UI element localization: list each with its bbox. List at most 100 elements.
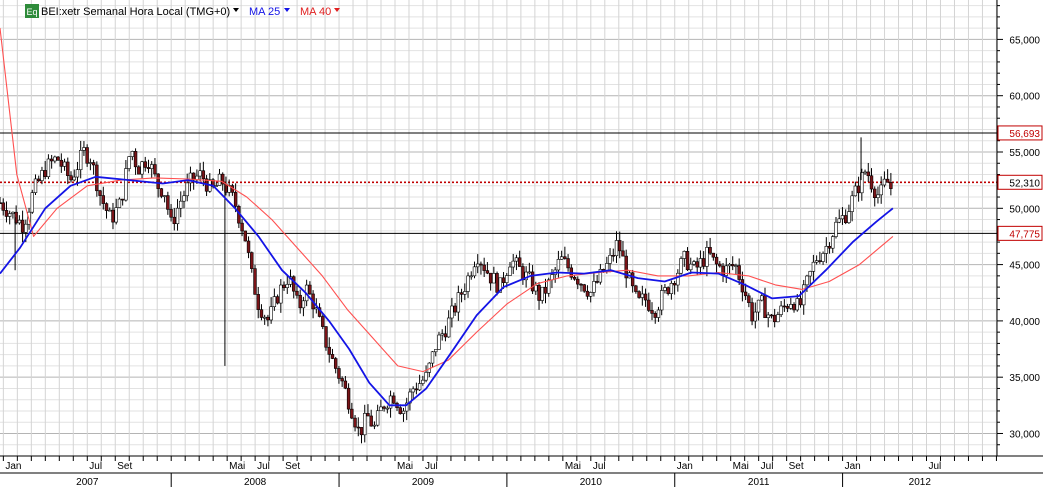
candle-body bbox=[647, 299, 651, 311]
candle-body bbox=[653, 313, 657, 318]
candle-body bbox=[563, 256, 567, 259]
candle-body bbox=[453, 305, 457, 313]
candle-body bbox=[382, 406, 386, 409]
candle-body bbox=[811, 261, 816, 272]
candle-body bbox=[492, 273, 496, 284]
candle-body bbox=[130, 151, 135, 157]
candle-body bbox=[863, 171, 867, 174]
candle-body bbox=[4, 210, 9, 217]
candle-body bbox=[708, 247, 712, 254]
candle-body bbox=[543, 286, 548, 294]
y-tick-label: 50,000 bbox=[1009, 204, 1040, 215]
candle-body bbox=[388, 395, 393, 409]
candle-body bbox=[7, 213, 12, 217]
chart-canvas[interactable]: 65,000 60,000 55,000 50,000 45,000 40,000 35,0… bbox=[0, 0, 1043, 488]
candle-body bbox=[0, 202, 2, 204]
candle-body bbox=[53, 156, 57, 162]
candle-body bbox=[1, 202, 5, 211]
candle-body bbox=[834, 221, 838, 237]
candle-body bbox=[618, 240, 622, 252]
x-month-label: Jul bbox=[425, 461, 438, 472]
candle-body bbox=[111, 209, 115, 223]
candle-body bbox=[198, 170, 202, 177]
candle-body bbox=[769, 314, 774, 317]
candle-body bbox=[398, 407, 402, 414]
candle-body bbox=[737, 265, 741, 280]
candle-body bbox=[740, 279, 745, 293]
candle-body bbox=[201, 170, 206, 180]
candle-body bbox=[308, 284, 312, 295]
candle-body bbox=[689, 263, 693, 271]
candle-body bbox=[327, 346, 331, 355]
candle-body bbox=[482, 264, 486, 271]
ma-short-label[interactable]: MA 25 bbox=[249, 6, 280, 18]
candle-body bbox=[824, 246, 829, 254]
candle-body bbox=[640, 293, 645, 298]
candle-body bbox=[321, 316, 325, 327]
candle-body bbox=[266, 316, 270, 321]
candle-body bbox=[172, 216, 177, 225]
candle-body bbox=[650, 310, 654, 314]
candle-body bbox=[766, 314, 770, 319]
candle-body bbox=[850, 195, 854, 212]
candle-body bbox=[108, 209, 112, 212]
candle-body bbox=[808, 271, 812, 277]
candle-body bbox=[585, 290, 590, 297]
candle-body bbox=[385, 407, 390, 410]
candle-body bbox=[363, 413, 367, 436]
candle-body bbox=[282, 284, 286, 288]
price-tag-label: 52,310 bbox=[1009, 178, 1040, 189]
candle-body bbox=[440, 333, 444, 336]
x-year-label: 2011 bbox=[748, 477, 770, 487]
x-month-label: Mai bbox=[397, 461, 413, 472]
candle-body bbox=[882, 178, 887, 186]
candle-body bbox=[608, 254, 612, 264]
candle-body bbox=[856, 185, 861, 194]
candle-body bbox=[572, 276, 577, 280]
y-tick-label: 35,000 bbox=[1009, 373, 1040, 384]
candle-body bbox=[127, 156, 131, 169]
price-tag-label: 56,693 bbox=[1009, 129, 1040, 140]
candle-body bbox=[795, 298, 799, 311]
x-axis-panel bbox=[0, 456, 1043, 487]
candle-body bbox=[69, 175, 73, 181]
stock-chart[interactable]: 65,000 60,000 55,000 50,000 45,000 40,000 35,0… bbox=[0, 0, 1043, 488]
candle-body bbox=[340, 378, 344, 382]
candle-body bbox=[659, 290, 664, 311]
candle-body bbox=[43, 170, 47, 178]
x-month-label: Jul bbox=[593, 461, 606, 472]
y-tick-label: 45,000 bbox=[1009, 261, 1040, 272]
candle-body bbox=[62, 161, 67, 167]
candle-body bbox=[508, 266, 512, 276]
candle-body bbox=[185, 182, 189, 197]
candle-body bbox=[843, 215, 848, 224]
candle-body bbox=[718, 263, 722, 267]
candle-body bbox=[747, 295, 751, 303]
candle-body bbox=[853, 185, 858, 197]
ma-long-label[interactable]: MA 40 bbox=[300, 6, 331, 18]
candle-body bbox=[33, 178, 38, 193]
candle-body bbox=[672, 283, 677, 286]
candle-body bbox=[137, 166, 141, 175]
candle-body bbox=[275, 296, 280, 304]
candle-body bbox=[401, 410, 406, 414]
candle-body bbox=[285, 284, 289, 288]
candle-body bbox=[679, 258, 683, 274]
candle-body bbox=[727, 264, 732, 267]
candle-body bbox=[559, 256, 564, 260]
candle-body bbox=[343, 380, 348, 389]
x-month-label: Mai bbox=[229, 461, 245, 472]
candle-body bbox=[37, 178, 41, 181]
candle-body bbox=[411, 388, 415, 393]
candle-body bbox=[463, 291, 467, 295]
candle-body bbox=[885, 178, 890, 183]
candle-body bbox=[756, 299, 761, 313]
candle-body bbox=[731, 264, 735, 267]
candle-body bbox=[588, 292, 593, 297]
candle-body bbox=[30, 192, 34, 213]
candle-body bbox=[630, 272, 635, 287]
candle-body bbox=[256, 294, 260, 310]
instrument-title: BEI:xetr Semanal Hora Local (TMG+0) bbox=[41, 6, 230, 18]
candle-body bbox=[789, 304, 793, 309]
x-month-label: Set bbox=[789, 461, 804, 472]
